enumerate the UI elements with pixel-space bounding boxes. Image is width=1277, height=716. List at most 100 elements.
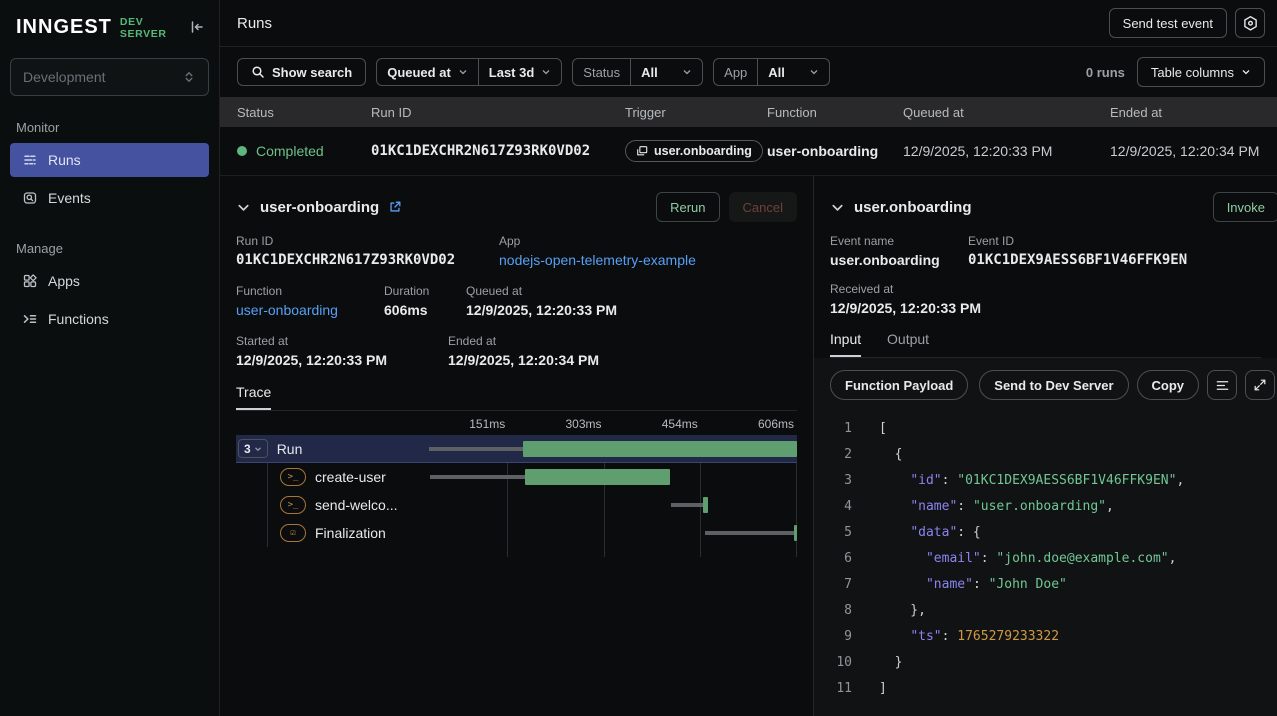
trace-rows: 3 Run >_create-user >_ send-welco... ☑Finaliz… [236, 435, 797, 547]
column-header-function: Function [767, 105, 903, 120]
line-number: 4 [830, 494, 852, 520]
received-at-label: Received at [830, 282, 981, 296]
manage-section-label: Manage [16, 241, 203, 256]
trace-tabs: Trace [236, 384, 797, 411]
runs-count: 0 runs [1086, 65, 1125, 80]
step-terminal-icon: >_ [280, 496, 306, 514]
main-area: Runs Send test event Show search Que [220, 0, 1277, 716]
duration-label: Duration [384, 284, 466, 298]
detail-split: user-onboarding Rerun Cancel Run ID 01KC… [220, 176, 1277, 716]
trace-step-label: Run [277, 441, 303, 457]
environment-select[interactable]: Development [10, 58, 209, 96]
ended-at-cell: 12/9/2025, 12:20:34 PM [1110, 143, 1277, 159]
queued-at-dropdown[interactable]: Queued at [377, 59, 478, 85]
send-test-event-button[interactable]: Send test event [1109, 8, 1227, 38]
line-number: 5 [830, 520, 852, 546]
app-filter-dropdown[interactable]: All [757, 59, 829, 85]
expand-button[interactable] [1245, 370, 1275, 400]
line-number: 3 [830, 468, 852, 494]
runs-icon [22, 152, 38, 168]
code-line: 8 }, [830, 598, 1261, 624]
status-dot-icon [237, 146, 247, 156]
show-search-button[interactable]: Show search [237, 58, 366, 86]
queued-at-cell: 12/9/2025, 12:20:33 PM [903, 143, 1110, 159]
function-label: Function [236, 284, 384, 298]
filter-bar: Show search Queued at Last 3d Status All [220, 47, 1277, 97]
line-number: 10 [830, 650, 852, 676]
tab-output[interactable]: Output [887, 331, 929, 355]
trace-step-label: create-user [315, 469, 386, 485]
sidebar-collapse-icon[interactable] [189, 19, 205, 35]
trace-row[interactable]: ☑Finalization [236, 519, 797, 547]
line-number: 6 [830, 546, 852, 572]
event-id-label: Event ID [968, 234, 1187, 248]
tab-trace[interactable]: Trace [236, 384, 271, 410]
status-filter-dropdown[interactable]: All [630, 59, 702, 85]
payload-tabs: Input Output [830, 331, 1261, 358]
ended-at-label: Ended at [448, 334, 599, 348]
trace-step-label: send-welco... [315, 497, 397, 513]
invoke-button[interactable]: Invoke [1213, 192, 1277, 222]
duration-value: 606ms [384, 302, 466, 318]
trace-duration-bar [703, 497, 708, 513]
run-id-cell: 01KC1DEXCHR2N617Z93RK0VD02 [371, 143, 625, 159]
trace-timeline: 151ms303ms454ms606ms [412, 417, 797, 435]
sidebar-item-runs[interactable]: Runs [10, 143, 209, 177]
word-wrap-button[interactable] [1207, 370, 1237, 400]
line-number: 11 [830, 676, 852, 702]
time-filter-group: Queued at Last 3d [376, 58, 562, 86]
send-to-dev-server-button[interactable]: Send to Dev Server [979, 370, 1128, 400]
event-id-value: 01KC1DEX9AESS6BF1V46FFK9EN [968, 252, 1187, 268]
column-header-ended-at: Ended at [1110, 105, 1277, 120]
table-row[interactable]: Completed 01KC1DEXCHR2N617Z93RK0VD02 use… [220, 127, 1277, 176]
tree-connector-line [267, 463, 268, 547]
trace-row[interactable]: >_ send-welco... [236, 491, 797, 519]
code-line: 9 "ts": 1765279233322 [830, 624, 1261, 650]
trigger-cell: user.onboarding [625, 140, 767, 162]
column-header-run-id: Run ID [371, 105, 625, 120]
sidebar-item-apps[interactable]: Apps [10, 264, 209, 298]
timeline-label: 606ms [758, 417, 797, 431]
started-at-value: 12/9/2025, 12:20:33 PM [236, 352, 448, 368]
dev-server-badge: DEV SERVER [120, 16, 189, 40]
time-range-dropdown[interactable]: Last 3d [478, 59, 562, 85]
top-header: Runs Send test event [220, 0, 1277, 47]
collapse-event-chevron-icon[interactable] [830, 200, 845, 215]
trace-row[interactable]: >_create-user [236, 463, 797, 491]
queued-at-label: Queued at [466, 284, 617, 298]
copy-button[interactable]: Copy [1137, 370, 1200, 400]
settings-button[interactable] [1235, 8, 1265, 38]
column-header-trigger: Trigger [625, 105, 767, 120]
payload-section: Function Payload Send to Dev Server Copy [814, 358, 1277, 716]
cancel-button[interactable]: Cancel [729, 192, 797, 222]
table-columns-dropdown[interactable]: Table columns [1137, 57, 1265, 87]
timeline-label: 454ms [662, 417, 701, 431]
function-link[interactable]: user-onboarding [236, 302, 384, 318]
trigger-pill[interactable]: user.onboarding [625, 140, 763, 162]
run-title: user-onboarding [260, 199, 379, 216]
status-text: Completed [256, 143, 324, 159]
external-link-icon[interactable] [388, 200, 402, 214]
trace-row[interactable]: 3 Run [236, 435, 797, 463]
chevron-down-icon [1241, 67, 1251, 77]
line-number: 7 [830, 572, 852, 598]
step-check-icon: ☑ [280, 524, 306, 542]
tab-input[interactable]: Input [830, 331, 861, 357]
run-status-cell: Completed [237, 143, 371, 159]
span-count-badge[interactable]: 3 [238, 439, 268, 458]
page-title: Runs [237, 15, 272, 32]
function-payload-button[interactable]: Function Payload [830, 370, 968, 400]
timeline-label: 151ms [469, 417, 508, 431]
sidebar-item-functions[interactable]: Functions [10, 302, 209, 336]
sidebar-item-events[interactable]: Events [10, 181, 209, 215]
ended-at-value: 12/9/2025, 12:20:34 PM [448, 352, 599, 368]
received-at-value: 12/9/2025, 12:20:33 PM [830, 300, 981, 316]
app-link[interactable]: nodejs-open-telemetry-example [499, 252, 696, 268]
event-icon [636, 145, 648, 157]
rerun-button[interactable]: Rerun [656, 192, 719, 222]
collapse-run-chevron-icon[interactable] [236, 200, 251, 215]
apps-icon [22, 273, 38, 289]
sidebar: INNGEST DEV SERVER Development Monitor R… [0, 0, 220, 716]
trace-wait-line [429, 447, 524, 451]
inngest-logo: INNGEST [16, 16, 112, 39]
